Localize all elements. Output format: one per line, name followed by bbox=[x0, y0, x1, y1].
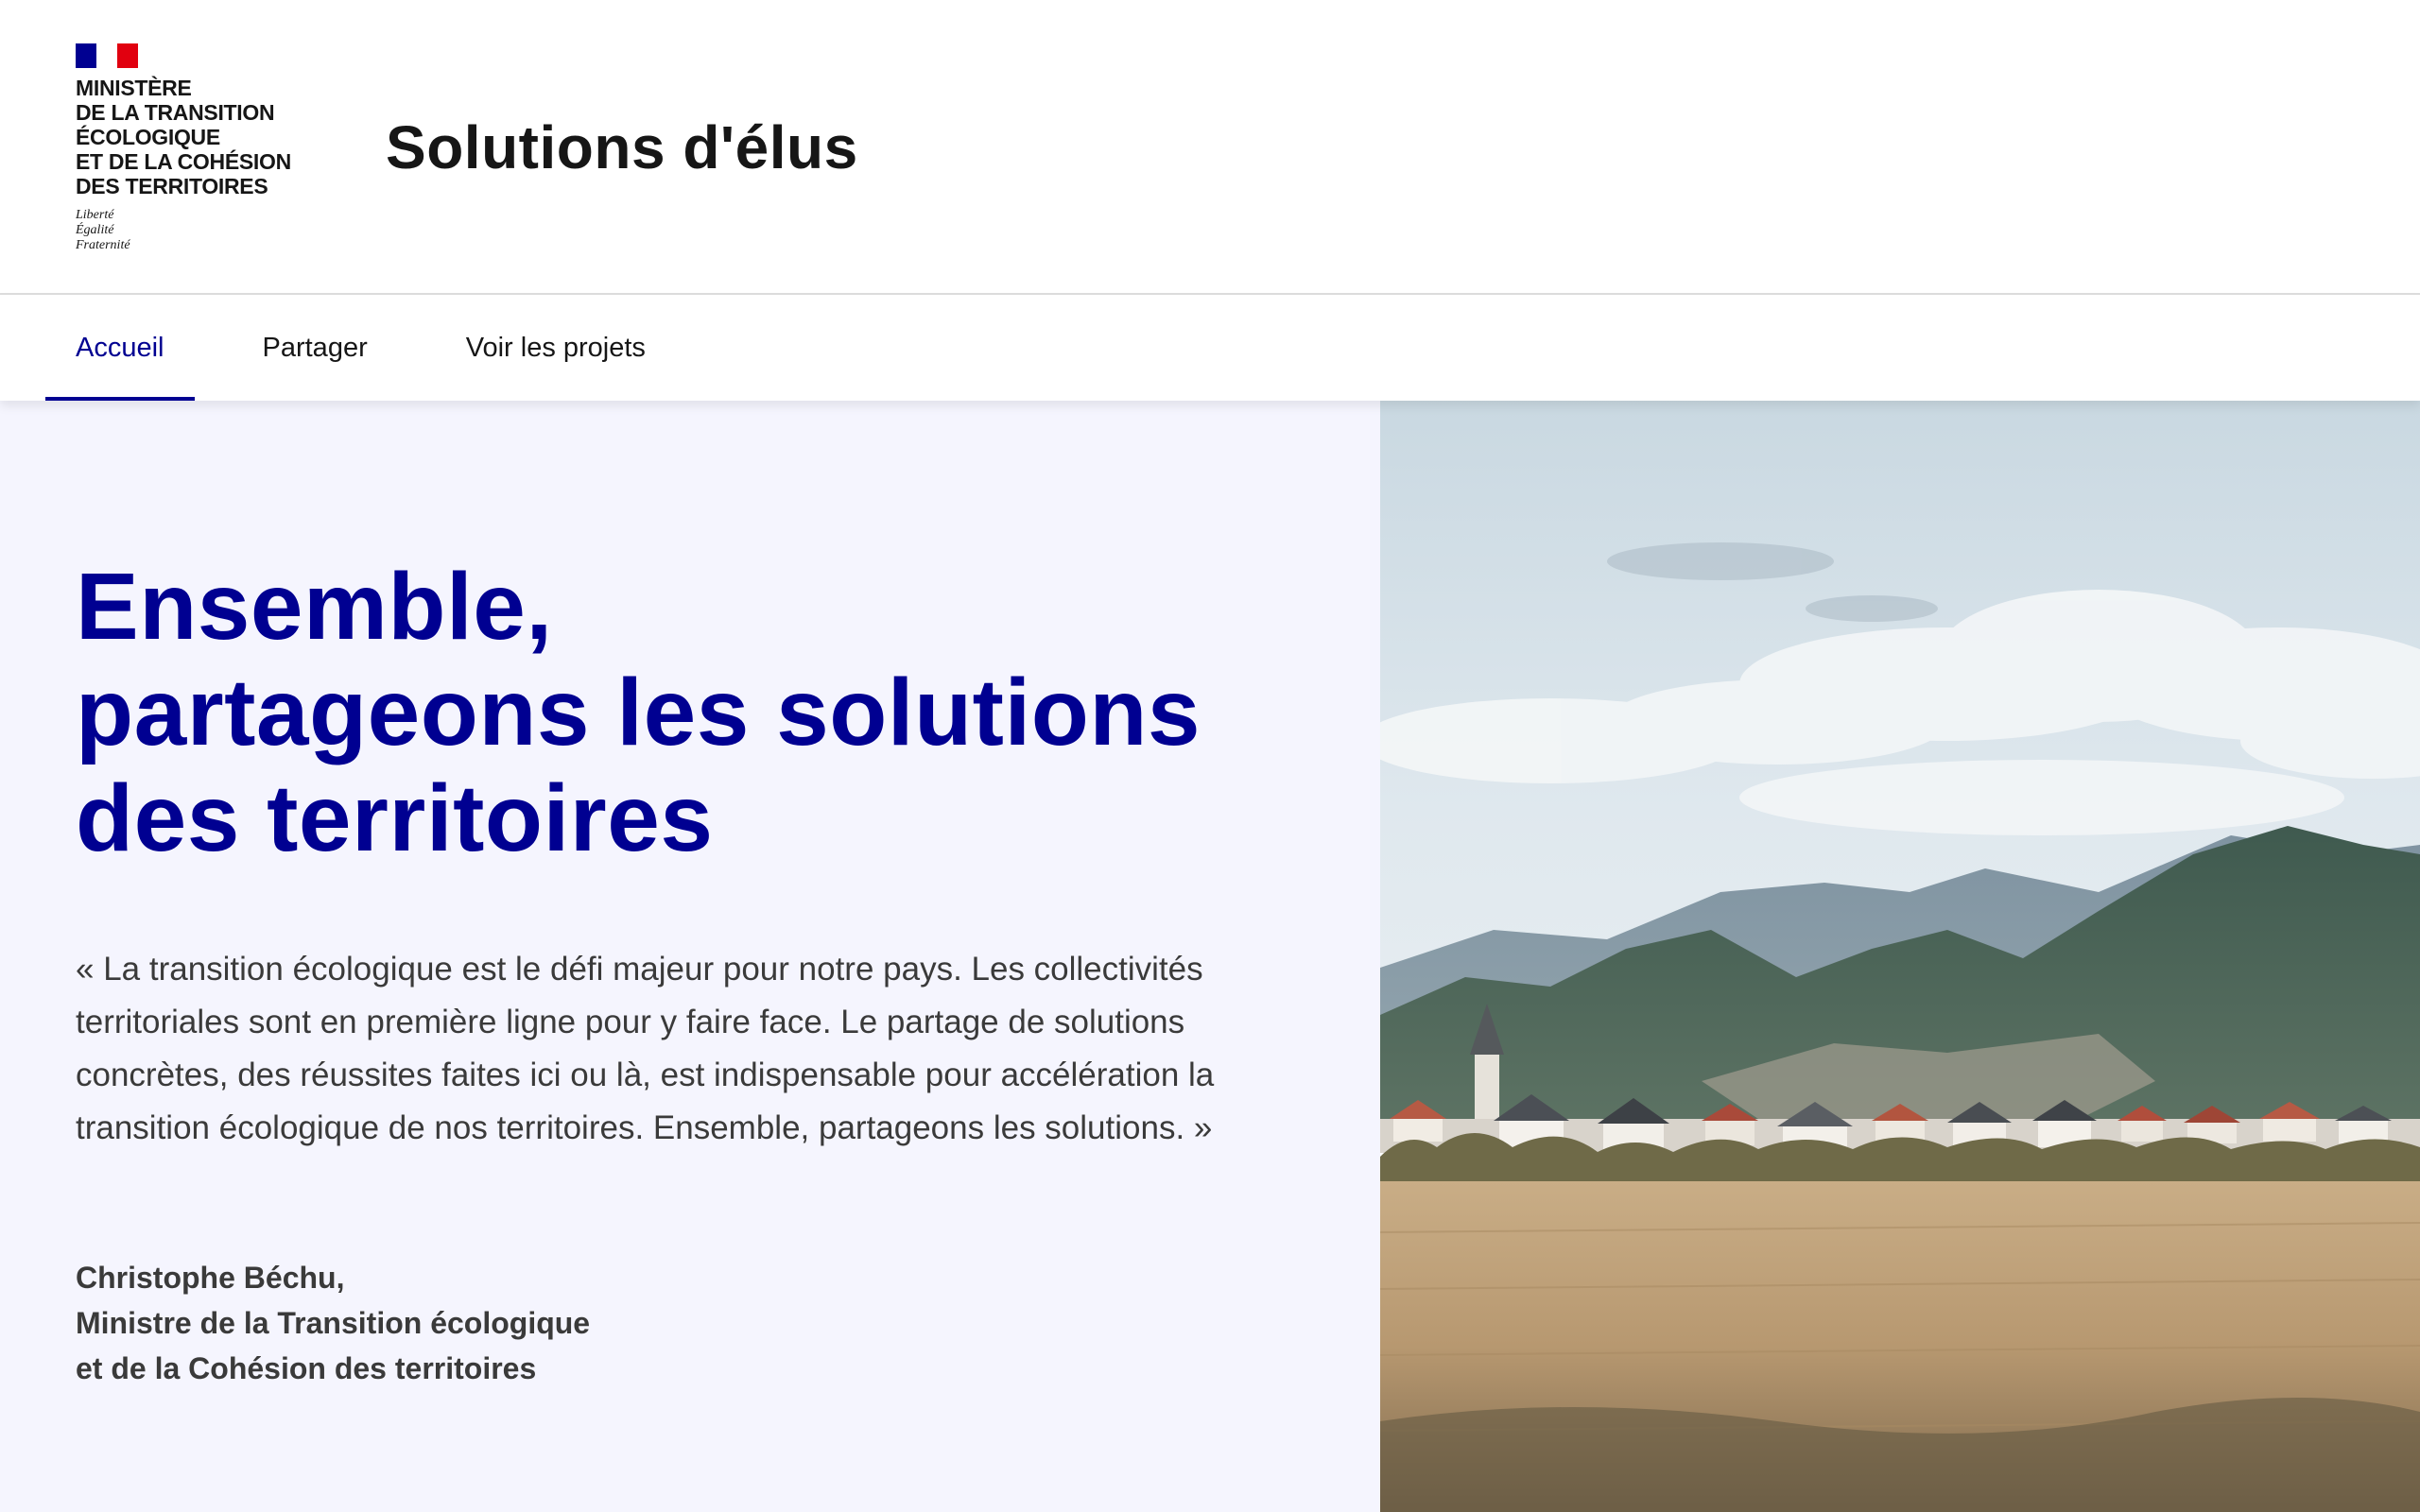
village-landscape-image bbox=[1380, 401, 2420, 1512]
site-header: MINISTÈRE DE LA TRANSITION ÉCOLOGIQUE ET… bbox=[0, 0, 2420, 295]
main-navigation: Accueil Partager Voir les projets bbox=[0, 295, 2420, 401]
nav-item-voir-les-projets[interactable]: Voir les projets bbox=[436, 295, 676, 401]
hero-title: Ensemble, partageons les solutions des t… bbox=[76, 554, 1201, 871]
marianne-flag-icon bbox=[76, 43, 138, 68]
ministry-name: MINISTÈRE DE LA TRANSITION ÉCOLOGIQUE ET… bbox=[76, 76, 291, 198]
site-title[interactable]: Solutions d'élus bbox=[386, 106, 858, 189]
ministry-logo[interactable]: MINISTÈRE DE LA TRANSITION ÉCOLOGIQUE ET… bbox=[76, 43, 321, 253]
nav-item-partager[interactable]: Partager bbox=[233, 295, 398, 401]
quote-author: Christophe Béchu, Ministre de la Transit… bbox=[76, 1261, 591, 1385]
republic-motto: Liberté Égalité Fraternité bbox=[76, 208, 130, 252]
hero-quote: « La transition écologique est le défi m… bbox=[76, 951, 1215, 1146]
nav-item-accueil[interactable]: Accueil bbox=[45, 295, 195, 401]
hero-section: Ensemble, partageons les solutions des t… bbox=[0, 401, 1380, 1512]
